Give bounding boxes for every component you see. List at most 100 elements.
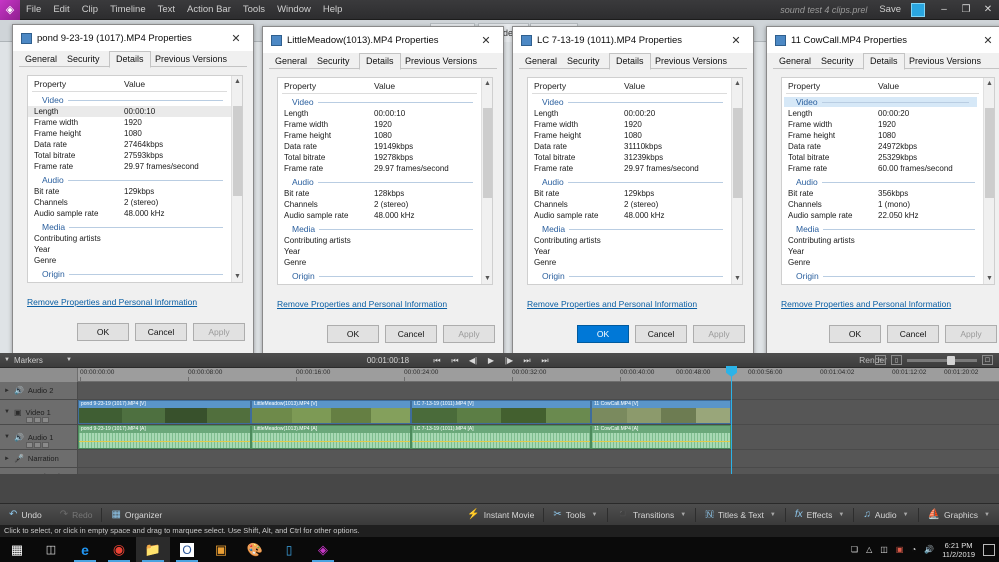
pen-input-icon[interactable]: ❏ [851, 545, 858, 554]
track-narration[interactable]: ► 🎤 Narration [0, 450, 999, 468]
details-scrollbar[interactable]: ▲ ▼ [481, 78, 492, 284]
track-header-narration[interactable]: ► 🎤 Narration [0, 450, 78, 467]
music-note-icon[interactable]: ♫ [14, 472, 20, 474]
dialog-close-icon[interactable]: ✕ [975, 28, 999, 52]
expand-triangle-icon[interactable]: ► [4, 456, 10, 462]
outlook-button[interactable]: O [170, 537, 204, 562]
menu-item-tools[interactable]: Tools [237, 0, 271, 20]
properties-dialog-cowcall[interactable]: 11 CowCall.MP4 Properties ✕ General Secu… [766, 26, 999, 356]
current-time-indicator[interactable] [731, 368, 732, 474]
go-to-start-icon[interactable]: ⏮ [428, 353, 446, 368]
details-list[interactable]: Property Value Video Length00:00:10 Fram… [277, 77, 493, 285]
properties-dialog-lc[interactable]: LC 7-13-19 (1011).MP4 Properties ✕ Gener… [512, 26, 754, 356]
track-mini-buttons[interactable] [26, 442, 49, 448]
expand-triangle-icon[interactable]: ► [4, 474, 10, 475]
track-soundtrack[interactable]: ► ♫ Soundtrack [0, 468, 999, 474]
track-solo-icon[interactable] [34, 442, 41, 448]
battery-icon[interactable]: ◫ [880, 545, 888, 554]
tab-general[interactable]: General [519, 54, 563, 69]
scrollbar-thumb[interactable] [233, 106, 242, 196]
save-button[interactable]: Save [879, 4, 911, 15]
track-record-icon[interactable] [42, 442, 49, 448]
tab-general[interactable]: General [269, 54, 313, 69]
graphics-button[interactable]: ⛵ Graphics ▼ [919, 504, 999, 526]
frame-back-icon[interactable]: ◀| [464, 353, 482, 368]
timeline-clip[interactable]: LC 7-13-19 (1011).MP4 [A] [411, 425, 591, 449]
dialog-close-icon[interactable]: ✕ [473, 28, 499, 52]
security-alert-icon[interactable]: ▣ [896, 545, 904, 554]
paint-button[interactable]: 🎨 [238, 537, 272, 562]
tab-previous-versions[interactable]: Previous Versions [649, 54, 733, 69]
window-close-button[interactable]: ✕ [977, 0, 999, 20]
track-content-audio-1[interactable]: pond 9-23-19 (1017).MP4 [A] LittleMeadow… [78, 425, 999, 449]
step-back-icon[interactable]: ⏮ [446, 353, 464, 368]
remove-properties-link[interactable]: Remove Properties and Personal Informati… [277, 299, 447, 309]
scrollbar-thumb[interactable] [483, 108, 492, 198]
timeline-clip[interactable]: 11 CowCall.MP4 [A] [591, 425, 731, 449]
dialog-title-bar[interactable]: LC 7-13-19 (1011).MP4 Properties ✕ [513, 27, 753, 53]
track-header-video-1[interactable]: ▼ ▣ Video 1 [0, 400, 78, 424]
wifi-icon[interactable]: ◔ [911, 545, 916, 554]
track-content-soundtrack[interactable] [78, 468, 999, 474]
tools-button[interactable]: ✂ Tools ▼ [544, 504, 606, 526]
scroll-down-icon[interactable]: ▼ [232, 271, 243, 282]
speaker-icon[interactable]: 🔊 [14, 433, 24, 442]
cancel-button[interactable]: Cancel [385, 325, 437, 343]
video-icon[interactable]: ▣ [14, 408, 22, 417]
track-header-soundtrack[interactable]: ► ♫ Soundtrack [0, 468, 78, 474]
properties-dialog-littlemeadow[interactable]: LittleMeadow(1013).MP4 Properties ✕ Gene… [262, 26, 504, 356]
track-audio-1[interactable]: ▼ 🔊 Audio 1 pond 9-23-19 (1017).MP4 [A] … [0, 425, 999, 450]
scroll-up-icon[interactable]: ▲ [984, 78, 995, 89]
timeline-clip[interactable]: pond 9-23-19 (1017).MP4 [V] [78, 400, 251, 424]
scroll-down-icon[interactable]: ▼ [482, 273, 493, 284]
cancel-button[interactable]: Cancel [635, 325, 687, 343]
timeline-ruler[interactable]: 00:00:00:00 00:00:08:00 00:00:16:00 00:0… [0, 368, 999, 382]
audio-button[interactable]: ♫ Audio ▼ [854, 504, 917, 526]
track-content-audio-2[interactable] [78, 382, 999, 399]
tab-previous-versions[interactable]: Previous Versions [903, 54, 987, 69]
undo-button[interactable]: ↶ Undo [0, 504, 51, 526]
cancel-button[interactable]: Cancel [887, 325, 939, 343]
markers-dropdown[interactable]: ▼ Markers ▼ [0, 353, 76, 368]
ok-button[interactable]: OK [77, 323, 129, 341]
tab-security[interactable]: Security [561, 54, 606, 69]
tab-general[interactable]: General [773, 54, 817, 69]
scroll-down-icon[interactable]: ▼ [984, 273, 995, 284]
properties-dialog-pond[interactable]: pond 9-23-19 (1017).MP4 Properties ✕ Gen… [12, 24, 254, 354]
dialog-title-bar[interactable]: LittleMeadow(1013).MP4 Properties ✕ [263, 27, 503, 53]
menu-item-help[interactable]: Help [317, 0, 349, 20]
step-forward-icon[interactable]: ⏭ [518, 353, 536, 368]
premiere-elements-logo-icon[interactable]: ◈ [0, 0, 20, 20]
organizer-button[interactable]: ▦ Organizer [102, 504, 171, 526]
premiere-elements-button[interactable]: ◈ [306, 537, 340, 562]
track-content-narration[interactable] [78, 450, 999, 467]
tab-details[interactable]: Details [359, 53, 401, 70]
track-visibility-icon[interactable] [26, 417, 33, 423]
details-list[interactable]: Property Value Video Length00:00:20 Fram… [527, 77, 743, 285]
ok-button[interactable]: OK [327, 325, 379, 343]
menu-item-text[interactable]: Text [152, 0, 181, 20]
zoom-slider-thumb[interactable] [947, 356, 955, 365]
play-icon[interactable]: ▶ [482, 353, 500, 368]
frame-forward-icon[interactable]: |▶ [500, 353, 518, 368]
track-mini-buttons[interactable] [26, 417, 49, 423]
timeline-clip[interactable]: LC 7-13-19 (1011).MP4 [V] [411, 400, 591, 424]
scroll-down-icon[interactable]: ▼ [732, 273, 743, 284]
scroll-up-icon[interactable]: ▲ [732, 78, 743, 89]
track-header-audio-1[interactable]: ▼ 🔊 Audio 1 [0, 425, 78, 449]
details-scrollbar[interactable]: ▲ ▼ [731, 78, 742, 284]
publish-share-icon[interactable] [911, 3, 925, 17]
transitions-button[interactable]: ◾ Transitions ▼ [608, 504, 696, 526]
menu-item-window[interactable]: Window [271, 0, 317, 20]
tab-details[interactable]: Details [109, 51, 151, 68]
menu-item-edit[interactable]: Edit [47, 0, 75, 20]
track-content-video-1[interactable]: pond 9-23-19 (1017).MP4 [V] LittleMeadow… [78, 400, 999, 424]
menu-item-clip[interactable]: Clip [76, 0, 104, 20]
menu-item-action-bar[interactable]: Action Bar [181, 0, 237, 20]
timeline-clip[interactable]: pond 9-23-19 (1017).MP4 [A] [78, 425, 251, 449]
window-restore-button[interactable]: ❐ [955, 0, 977, 20]
chrome-button[interactable]: ◉ [102, 537, 136, 562]
track-header-audio-2[interactable]: ► 🔊 Audio 2 [0, 382, 78, 399]
effects-button[interactable]: fx Effects ▼ [786, 504, 854, 526]
tab-previous-versions[interactable]: Previous Versions [149, 52, 233, 67]
